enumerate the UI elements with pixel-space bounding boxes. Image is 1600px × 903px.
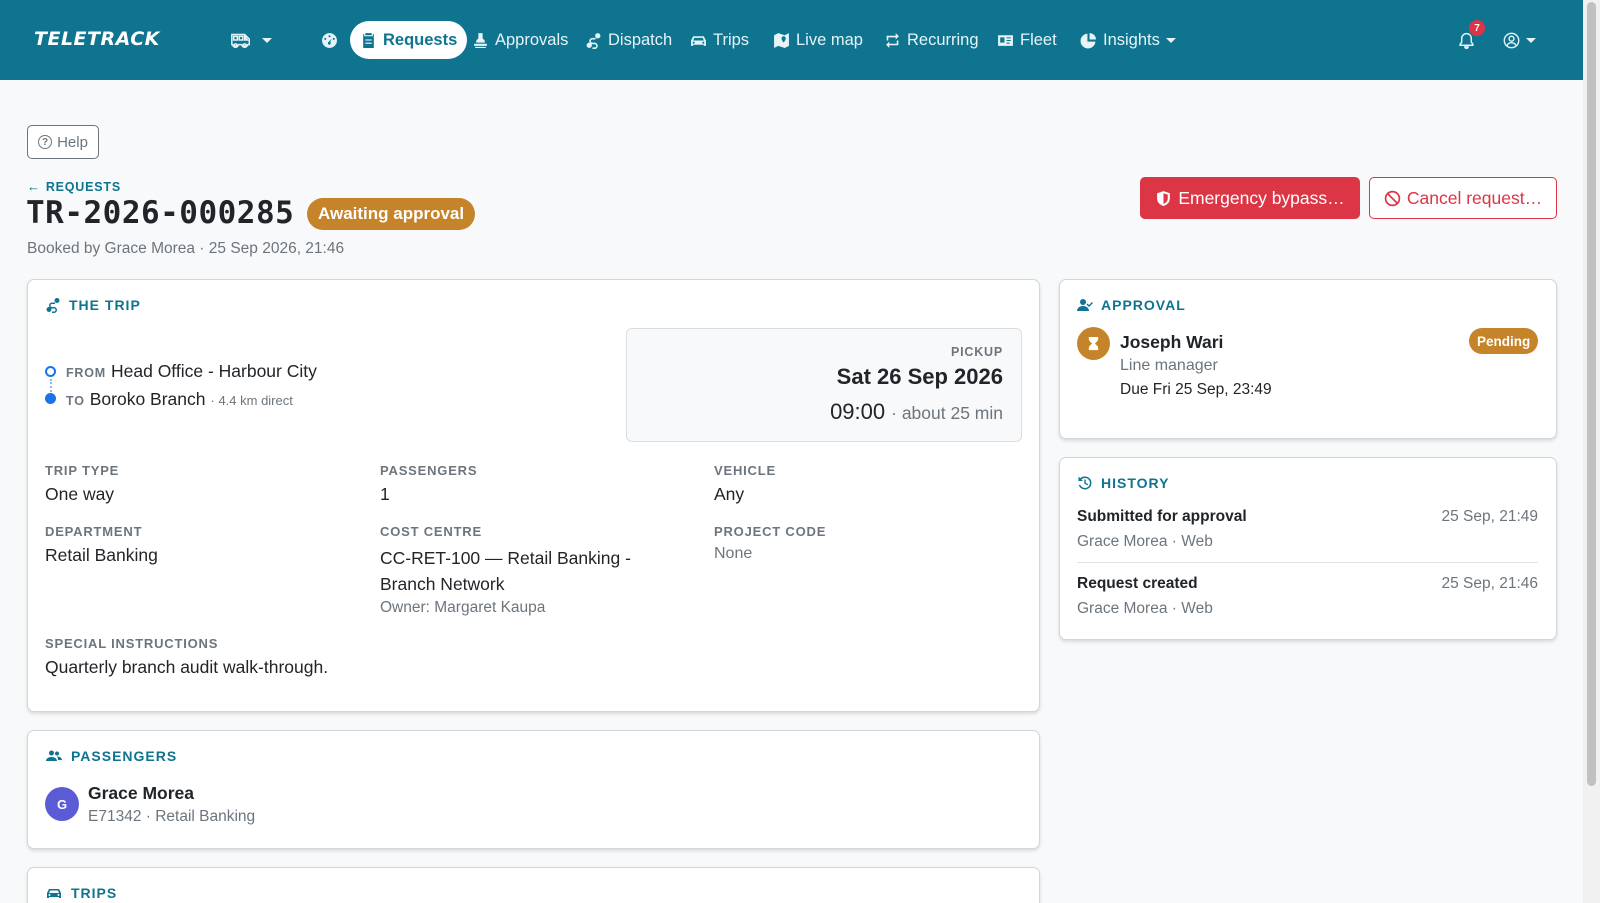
status-badge: Awaiting approval <box>307 198 476 230</box>
back-to-requests-link[interactable]: ← REQUESTS <box>27 179 121 194</box>
approval-status-badge: Pending <box>1469 328 1539 354</box>
nav-live-map[interactable]: Live map <box>763 21 873 59</box>
vehicle-switcher[interactable] <box>216 21 282 59</box>
trip-origin: FROM Head Office - Harbour City <box>66 361 317 381</box>
nav-requests[interactable]: Requests <box>350 21 468 59</box>
ban-icon <box>1384 190 1401 206</box>
id-card-icon <box>998 34 1013 46</box>
nav-insights[interactable]: Insights <box>1070 21 1186 59</box>
user-circle-icon <box>1503 32 1520 48</box>
pickup-time: 09:00 · about 25 min <box>830 399 1003 424</box>
approver-name: Joseph Wari <box>1120 332 1224 352</box>
history-icon <box>1078 476 1092 490</box>
passengers-card-title: PASSENGERS <box>45 748 177 764</box>
nav-recurring[interactable]: Recurring <box>874 21 989 59</box>
help-button[interactable]: ? Help <box>27 125 99 159</box>
question-circle-icon: ? <box>38 135 53 149</box>
user-check-icon <box>1077 299 1093 311</box>
repeat-icon <box>886 32 899 48</box>
users-icon <box>46 750 62 761</box>
chevron-down-icon <box>1165 37 1176 43</box>
shield-icon <box>1157 190 1171 206</box>
van-icon <box>231 33 250 48</box>
trip-card-title: THE TRIP <box>45 297 141 313</box>
pickup-panel: PICKUP Sat 26 Sep 2026 09:00 · about 25 … <box>626 328 1022 442</box>
nav-dispatch[interactable]: Dispatch <box>575 21 682 59</box>
field-vehicle: VEHICLE Any <box>714 463 776 504</box>
pickup-date: Sat 26 Sep 2026 <box>836 364 1003 389</box>
field-project-code: PROJECT CODE None <box>714 524 827 562</box>
approval-card-title: APPROVAL <box>1077 297 1186 313</box>
field-passengers: PASSENGERS 1 <box>380 463 478 504</box>
history-divider <box>1077 562 1538 563</box>
route-icon <box>46 298 60 313</box>
trip-destination: TO Boroko Branch · 4.4 km direct <box>66 389 293 409</box>
car-icon <box>47 889 61 898</box>
clipboard-icon <box>363 32 374 48</box>
field-trip-type: TRIP TYPE One way <box>45 463 120 504</box>
brand-logo[interactable]: TELETRACK <box>34 28 160 50</box>
top-navbar: TELETRACK Requests Approvals Dispatch Tr… <box>0 0 1583 80</box>
page-scrollbar[interactable] <box>1583 0 1600 903</box>
approver-role: Line manager <box>1120 357 1218 374</box>
chevron-down-icon <box>1526 37 1536 43</box>
field-cost-centre: COST CENTRE CC-RET-100 — Retail Banking … <box>380 524 631 616</box>
origin-dot <box>45 366 56 377</box>
dashboard-gauge-icon <box>322 32 337 48</box>
pie-chart-icon <box>1080 32 1096 48</box>
history-event: Request created Grace Morea · Web 25 Sep… <box>1077 575 1538 617</box>
trips-card-title: TRIPS <box>45 885 117 901</box>
scrollbar-thumb[interactable] <box>1587 2 1596 786</box>
nav-trips[interactable]: Trips <box>680 21 759 59</box>
nav-approvals[interactable]: Approvals <box>462 21 578 59</box>
map-pin-icon <box>774 32 789 48</box>
history-event: Submitted for approval Grace Morea · Web… <box>1077 508 1538 550</box>
user-menu[interactable] <box>1493 21 1546 59</box>
hourglass-icon <box>1088 336 1099 351</box>
history-card-title: HISTORY <box>1077 475 1169 491</box>
page-title: TR-2026-000285 <box>26 195 295 231</box>
hourglass-avatar <box>1077 327 1110 360</box>
approval-due: Due Fri 25 Sep, 23:49 <box>1120 381 1272 398</box>
car-icon <box>691 35 706 46</box>
arrow-left-icon: ← <box>27 179 41 194</box>
stamp-icon <box>474 32 487 48</box>
passenger-name[interactable]: Grace Morea <box>88 783 194 804</box>
avatar: G <box>45 787 79 821</box>
cancel-request-button[interactable]: Cancel request… <box>1369 177 1557 219</box>
nav-fleet[interactable]: Fleet <box>987 21 1067 59</box>
trips-card <box>27 867 1040 903</box>
passenger-detail: E71342 · Retail Banking <box>88 808 256 825</box>
nav-dashboard[interactable] <box>311 21 348 59</box>
booked-by-line: Booked by Grace Morea · 25 Sep 2026, 21:… <box>27 240 345 257</box>
notification-count-badge: 7 <box>1469 20 1485 36</box>
route-icon <box>586 32 601 49</box>
chevron-down-icon <box>262 37 272 43</box>
field-special-instructions: SPECIAL INSTRUCTIONS Quarterly branch au… <box>45 636 329 677</box>
field-department: DEPARTMENT Retail Banking <box>45 524 158 565</box>
destination-dot <box>45 393 56 404</box>
emergency-bypass-button[interactable]: Emergency bypass… <box>1140 177 1360 219</box>
